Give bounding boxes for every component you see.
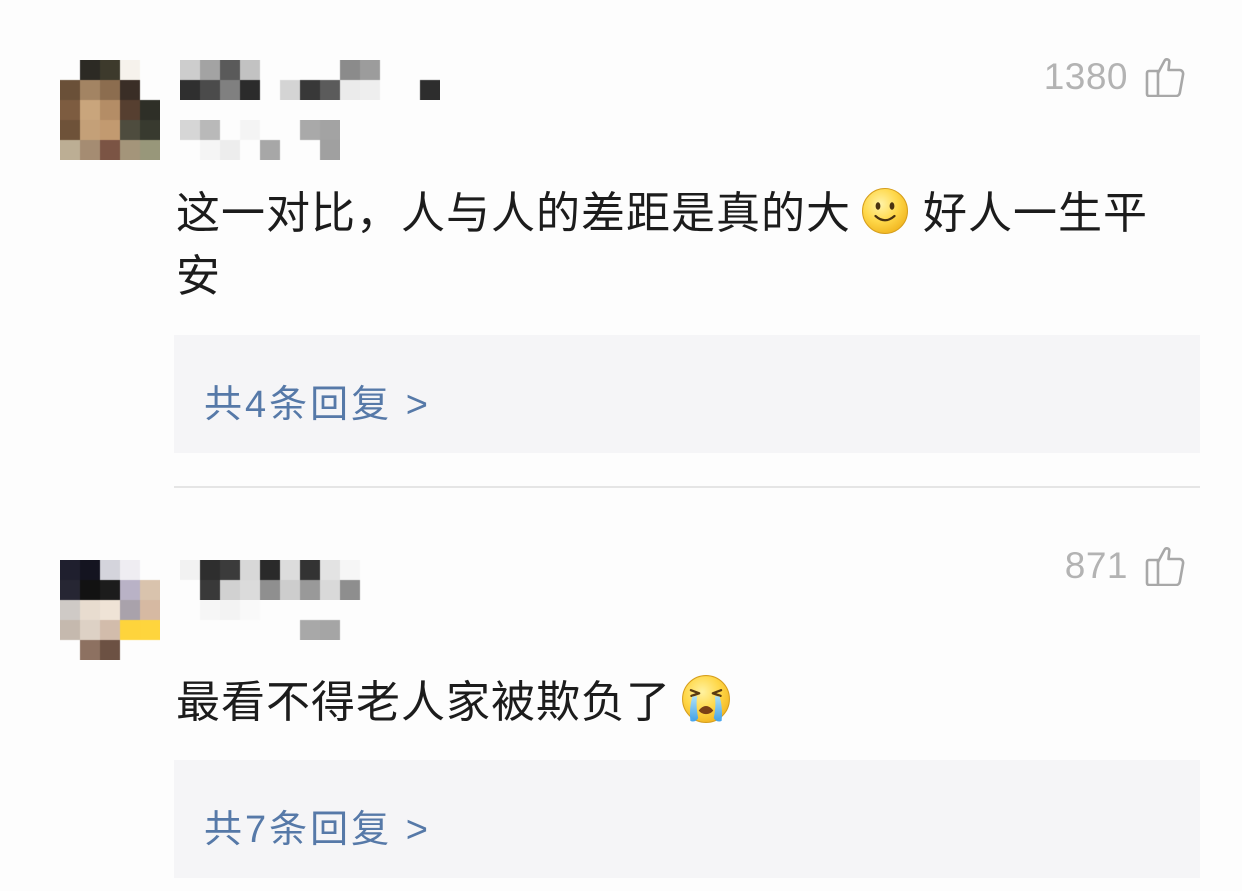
smile-emoji: [862, 188, 908, 234]
comment-meta-mosaic: [180, 600, 380, 640]
comment-divider: [174, 486, 1200, 488]
like-count: 871: [1064, 545, 1128, 586]
view-replies-link[interactable]: 共4条回复 >: [204, 373, 431, 428]
reply-summary[interactable]: 共7条回复 >: [174, 760, 1200, 878]
view-replies-link[interactable]: 共7条回复 >: [204, 798, 431, 853]
comment-list: 1380 这一对比，人与人的差距是真的大 好人一生平安 共4条回复 > 871 …: [0, 0, 1242, 891]
comment-text-segment: 最看不得老人家被欺负了: [176, 678, 671, 727]
avatar[interactable]: [60, 60, 160, 160]
comment-text: 这一对比，人与人的差距是真的大 好人一生平安: [176, 182, 1171, 308]
avatar[interactable]: [60, 560, 160, 660]
thumbs-up-icon[interactable]: [1145, 546, 1185, 586]
like-count: 1380: [1043, 56, 1128, 97]
thumbs-up-icon[interactable]: [1145, 57, 1185, 97]
comment-meta-mosaic: [180, 120, 340, 160]
like-button[interactable]: 871: [1065, 544, 1185, 588]
comment-text: 最看不得老人家被欺负了: [176, 671, 1171, 734]
crying-emoji: [682, 675, 730, 723]
username-mosaic[interactable]: [180, 560, 380, 600]
comment-text-segment: 这一对比，人与人的差距是真的大: [176, 189, 851, 238]
reply-summary[interactable]: 共4条回复 >: [174, 335, 1200, 453]
username-mosaic[interactable]: [180, 60, 440, 100]
like-button[interactable]: 1380: [1044, 55, 1185, 99]
